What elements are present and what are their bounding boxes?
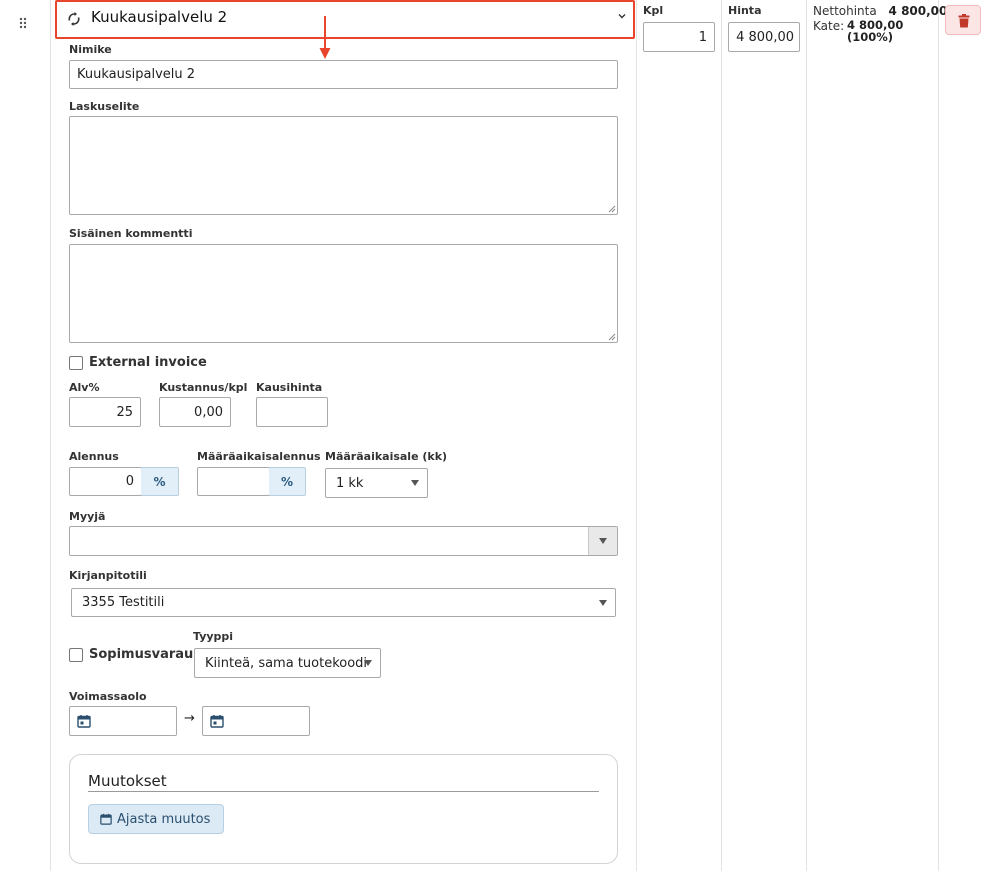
nettohinta-value: 4 800,00	[888, 4, 948, 18]
recurring-icon	[68, 12, 80, 26]
maaraaikaisale-value: 1 kk	[336, 475, 364, 491]
alv-label: Alv%	[69, 381, 100, 394]
caret-down-icon	[599, 599, 607, 606]
kirjanpitotili-select[interactable]: 3355 Testitili	[71, 588, 616, 617]
chevron-down-icon	[618, 14, 626, 19]
calendar-icon[interactable]	[77, 714, 91, 728]
voimassaolo-end-date-input[interactable]	[202, 706, 310, 736]
resize-handle-icon[interactable]	[608, 205, 616, 213]
column-divider	[50, 0, 51, 871]
kustannus-label: Kustannus/kpl	[159, 381, 248, 394]
resize-handle-icon[interactable]	[608, 333, 616, 341]
sisainen-kommentti-label: Sisäinen kommentti	[69, 227, 193, 240]
caret-down-icon	[364, 660, 372, 666]
drag-handle-icon[interactable]	[19, 17, 31, 31]
nettohinta-label: Nettohinta	[813, 4, 877, 18]
tyyppi-select[interactable]: Kiinteä, sama tuotekoodi	[194, 648, 381, 678]
caret-down-icon	[411, 480, 419, 486]
column-divider	[636, 0, 637, 871]
nimike-input[interactable]: Kuukausipalvelu 2	[69, 60, 618, 89]
muutokset-divider	[88, 791, 599, 792]
hinta-input[interactable]: 4 800,00	[728, 22, 800, 52]
kpl-value: 1	[698, 29, 707, 45]
sopimusvaraus-label: Sopimusvaraus	[89, 647, 202, 662]
product-name: Kuukausipalvelu 2	[91, 8, 228, 26]
kpl-input[interactable]: 1	[643, 22, 715, 52]
trash-icon	[958, 14, 970, 28]
calendar-icon	[100, 813, 112, 825]
muutokset-panel: Muutokset Ajasta muutos	[69, 754, 618, 864]
sisainen-kommentti-textarea[interactable]	[69, 244, 618, 343]
voimassaolo-label: Voimassaolo	[69, 690, 147, 703]
kate-label: Kate:	[813, 19, 845, 33]
maaraaikaisalennus-input[interactable]	[197, 467, 270, 496]
product-select[interactable]: Kuukausipalvelu 2	[55, 0, 635, 39]
alennus-percent-addon: %	[141, 467, 179, 496]
delete-row-button[interactable]	[945, 5, 981, 35]
kustannus-value: 0,00	[194, 404, 223, 420]
maaraaikaisalennus-percent-addon: %	[269, 467, 306, 496]
column-divider	[938, 0, 939, 871]
hinta-label: Hinta	[728, 4, 762, 17]
alennus-label: Alennus	[69, 450, 119, 463]
annotation-arrow	[319, 16, 331, 59]
ajasta-muutos-label: Ajasta muutos	[117, 811, 211, 827]
myyja-select[interactable]	[69, 526, 618, 556]
voimassaolo-start-date-input[interactable]	[69, 706, 177, 736]
external-invoice-checkbox[interactable]	[69, 356, 83, 370]
kpl-label: Kpl	[643, 4, 664, 17]
hinta-value: 4 800,00	[736, 29, 794, 45]
kirjanpitotili-value: 3355 Testitili	[82, 595, 165, 610]
kustannus-input[interactable]: 0,00	[159, 397, 231, 427]
myyja-dropdown-button[interactable]	[588, 527, 617, 555]
nimike-value: Kuukausipalvelu 2	[77, 67, 196, 82]
alv-input[interactable]: 25	[69, 397, 141, 427]
maaraaikaisalennus-label: Määräaikaisalennus	[197, 450, 321, 463]
alv-value: 25	[116, 404, 133, 420]
kausihinta-input[interactable]	[256, 397, 328, 427]
laskuselite-label: Laskuselite	[69, 100, 140, 113]
caret-down-icon	[599, 538, 607, 544]
external-invoice-label: External invoice	[89, 355, 207, 370]
kate-values: 4 800,00 (100%)	[847, 19, 903, 43]
ajasta-muutos-button[interactable]: Ajasta muutos	[88, 804, 224, 834]
laskuselite-textarea[interactable]	[69, 116, 618, 215]
column-divider	[721, 0, 722, 871]
tyyppi-label: Tyyppi	[193, 630, 234, 643]
date-range-separator: →	[184, 711, 195, 726]
maaraaikaisale-select[interactable]: 1 kk	[325, 468, 428, 498]
kate-percent: (100%)	[847, 30, 894, 44]
alennus-input[interactable]: 0	[69, 467, 142, 496]
column-divider	[806, 0, 807, 871]
tyyppi-value: Kiinteä, sama tuotekoodi	[205, 655, 368, 671]
nimike-label: Nimike	[69, 43, 112, 56]
nettohinta-row: Nettohinta 4 800,00	[813, 4, 947, 18]
calendar-icon[interactable]	[210, 714, 224, 728]
muutokset-title: Muutokset	[88, 772, 167, 790]
kate-row: Kate:	[813, 19, 844, 33]
sopimusvaraus-checkbox[interactable]	[69, 648, 83, 662]
myyja-label: Myyjä	[69, 510, 106, 523]
maaraaikaisale-label: Määräaikaisale (kk)	[325, 450, 448, 463]
alennus-value: 0	[125, 474, 134, 489]
kausihinta-label: Kausihinta	[256, 381, 323, 394]
kirjanpitotili-label: Kirjanpitotili	[69, 569, 147, 582]
